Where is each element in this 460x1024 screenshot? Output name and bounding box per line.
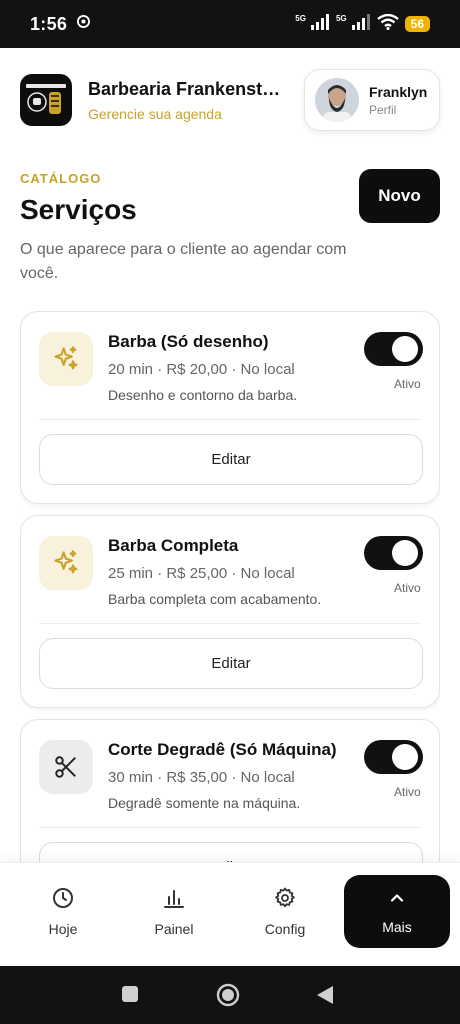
status-label: Ativo [394,377,421,391]
edit-button[interactable]: Editar [39,638,423,689]
service-title: Corte Degradê (Só Máquina) [108,740,337,759]
status-time: 1:56 [30,13,68,34]
profile-name: Franklyn [369,83,428,100]
status-bar: 1:56 5G 5G 56 [0,0,460,48]
bar-chart-icon [162,886,186,913]
service-list[interactable]: Barba (Só desenho) 20 min · R$ 20,00 · N… [20,311,440,862]
toggle-knob [392,540,418,566]
barbershop-logo [20,74,72,126]
nav-item-panel[interactable]: Painel [132,875,216,947]
sparkles-icon [39,332,93,386]
service-card: Barba (Só desenho) 20 min · R$ 20,00 · N… [20,311,440,504]
edit-button[interactable]: Editar [39,842,423,862]
signal-icon [310,13,330,35]
active-toggle[interactable] [364,536,423,570]
nav-item-more[interactable]: Mais [344,875,450,948]
nav-label-config: Config [264,920,306,937]
toggle-knob [392,336,418,362]
service-description: Degradê somente na máquina. [108,795,301,811]
recents-button[interactable] [121,985,139,1003]
gear-icon [273,886,297,913]
nav-item-today[interactable]: Hoje [21,875,105,947]
active-toggle[interactable] [364,332,423,366]
brand-subtitle: Gerencie sua agenda [88,105,222,122]
nav-label-today: Hoje [48,920,78,937]
service-description: Desenho e contorno da barba. [108,387,298,403]
nav-item-config[interactable]: Config [243,875,327,947]
toggle-knob [392,744,418,770]
network-type-1: 5G [295,13,306,23]
page-title: Serviços [20,194,137,225]
chrome-icon [77,15,91,33]
service-meta: 20 min · R$ 20,00 · No local [108,361,295,378]
service-title: Barba (Só desenho) [108,332,269,351]
battery-indicator: 56 [404,16,430,32]
service-description: Barba completa com acabamento. [108,591,322,607]
service-meta: 30 min · R$ 35,00 · No local [108,769,295,786]
nav-label-panel: Painel [154,920,194,937]
profile-button[interactable]: Franklyn Perfil [304,69,440,131]
status-label: Ativo [394,785,421,799]
divider [39,623,421,624]
app-header: Barbearia Frankenstein Gerencie sua agen… [20,68,440,132]
page-description: O que aparece para o cliente ao agendar … [20,241,347,282]
network-type-2: 5G [335,13,347,23]
active-toggle[interactable] [364,740,423,774]
edit-button[interactable]: Editar [39,434,423,485]
chevron-up-icon [387,888,407,911]
home-button[interactable] [216,983,240,1007]
service-card: Barba Completa 25 min · R$ 25,00 · No lo… [20,515,440,708]
wifi-icon [376,13,399,35]
divider [39,827,421,828]
clock-icon [51,886,75,913]
service-title: Barba Completa [108,536,239,555]
nav-label-more: Mais [382,919,412,935]
brand-name: Barbearia Frankenstein [88,78,288,99]
system-nav-bar [0,966,460,1024]
new-service-button[interactable]: Novo [359,169,440,223]
divider [39,419,421,420]
service-meta: 25 min · R$ 25,00 · No local [108,565,295,582]
scissors-icon [39,740,93,794]
status-label: Ativo [394,581,421,595]
signal-icon-2 [351,13,371,35]
section-eyebrow: CATÁLOGO [20,171,102,186]
bottom-nav: Hoje Painel Config Mais [0,862,460,966]
service-card: Corte Degradê (Só Máquina) 30 min · R$ 3… [20,719,440,862]
avatar [315,78,359,122]
back-button[interactable] [316,985,334,1005]
sparkles-icon [39,536,93,590]
profile-role: Perfil [369,102,397,117]
